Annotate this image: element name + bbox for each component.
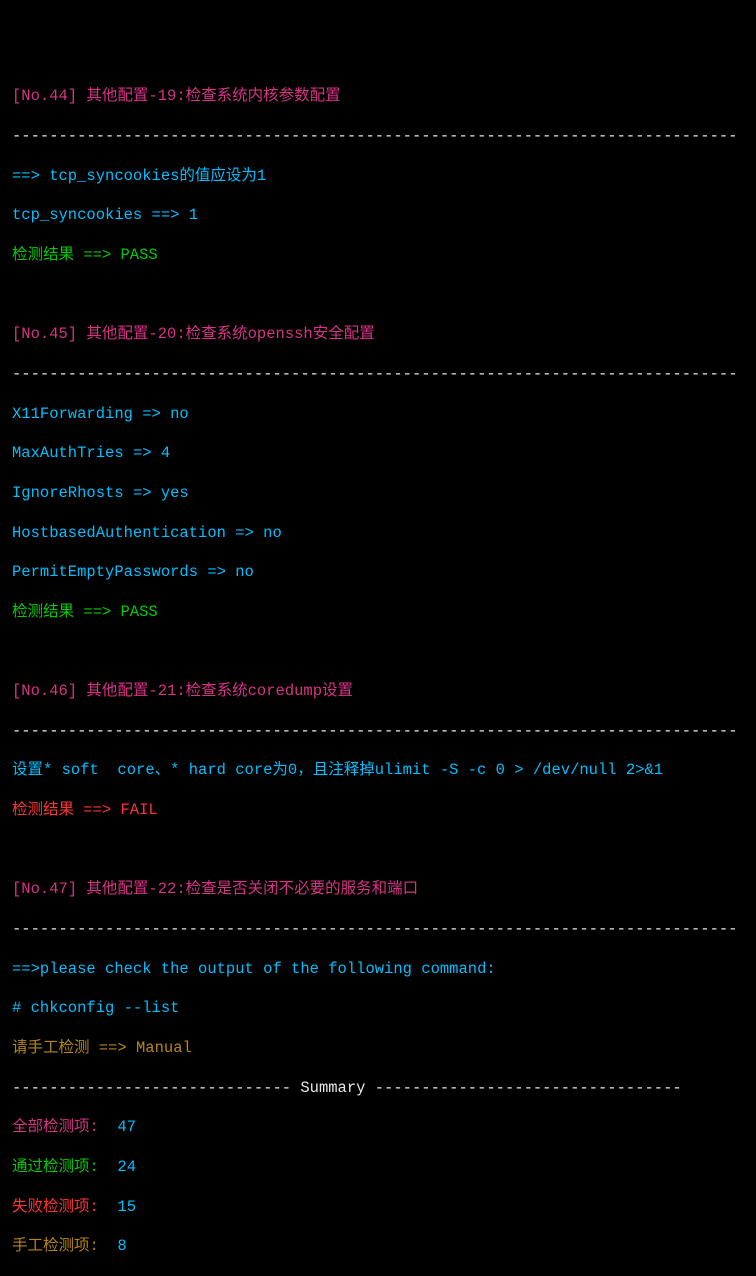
divider: ----------------------------------------… [12,127,744,147]
summary-label: 全部检测项: [12,1118,117,1136]
check-header: [No.47] 其他配置-22:检查是否关闭不必要的服务和端口 [12,880,744,900]
blank-line [12,841,744,861]
check-detail: IgnoreRhosts => yes [12,484,744,504]
blank-line [12,643,744,663]
summary-label: 失败检测项: [12,1198,117,1216]
check-detail: ==>please check the output of the follow… [12,960,744,980]
summary-label: 手工检测项: [12,1237,117,1255]
check-detail: tcp_syncookies ==> 1 [12,206,744,226]
summary-total: 全部检测项: 47 [12,1118,744,1138]
check-detail: # chkconfig --list [12,999,744,1019]
check-header: [No.45] 其他配置-20:检查系统openssh安全配置 [12,325,744,345]
check-detail: HostbasedAuthentication => no [12,524,744,544]
summary-value: 8 [117,1237,126,1255]
check-detail: 设置* soft core、* hard core为0，且注释掉ulimit -… [12,761,744,781]
check-result: 检测结果 ==> FAIL [12,801,744,821]
check-header: [No.46] 其他配置-21:检查系统coredump设置 [12,682,744,702]
blank-line [12,286,744,306]
divider: ----------------------------------------… [12,365,744,385]
check-header: [No.44] 其他配置-19:检查系统内核参数配置 [12,87,744,107]
check-result: 检测结果 ==> PASS [12,603,744,623]
summary-value: 24 [117,1158,136,1176]
check-detail: X11Forwarding => no [12,405,744,425]
check-result: 请手工检测 ==> Manual [12,1039,744,1059]
check-result: 检测结果 ==> PASS [12,246,744,266]
divider: ----------------------------------------… [12,920,744,940]
summary-label: 通过检测项: [12,1158,117,1176]
check-detail: MaxAuthTries => 4 [12,444,744,464]
summary-divider: ------------------------------ Summary -… [12,1079,744,1099]
summary-pass: 通过检测项: 24 [12,1158,744,1178]
check-detail: PermitEmptyPasswords => no [12,563,744,583]
summary-manual: 手工检测项: 8 [12,1237,744,1257]
divider: ----------------------------------------… [12,722,744,742]
summary-fail: 失败检测项: 15 [12,1198,744,1218]
summary-value: 47 [117,1118,136,1136]
check-detail: ==> tcp_syncookies的值应设为1 [12,167,744,187]
summary-value: 15 [117,1198,136,1216]
